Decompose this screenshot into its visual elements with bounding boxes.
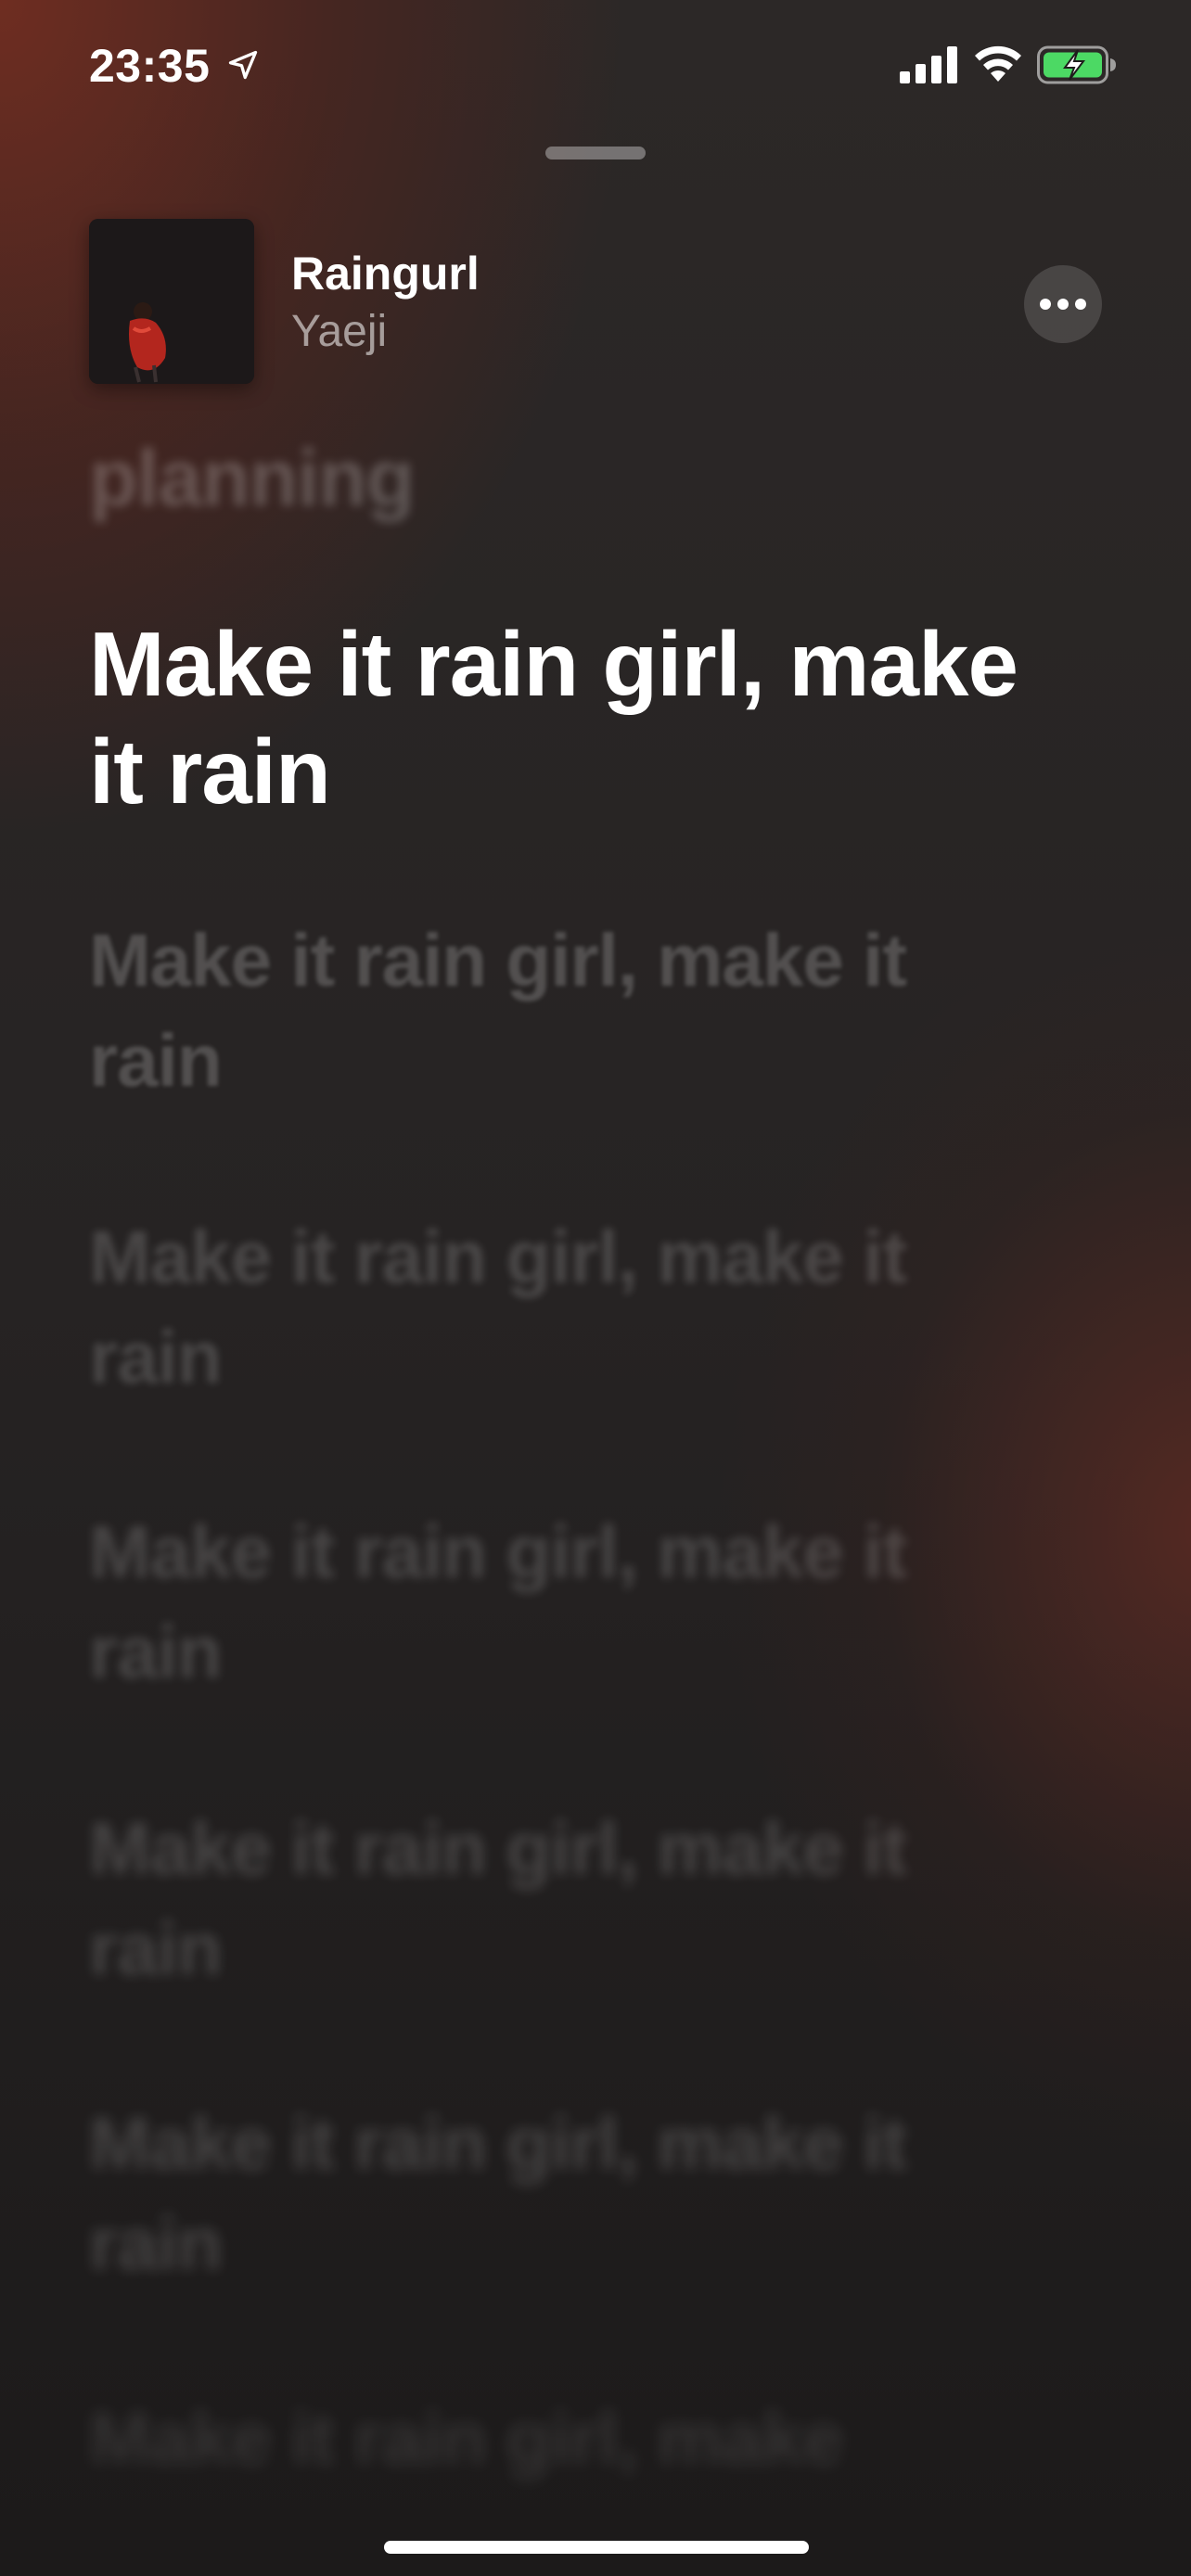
wifi-icon xyxy=(975,45,1021,82)
sheet-grabber-handle[interactable] xyxy=(545,147,646,159)
ellipsis-icon xyxy=(1040,299,1086,310)
lyric-line-upcoming[interactable]: Make it rain girl, make it rain xyxy=(89,1207,998,1408)
artist-name[interactable]: Yaeji xyxy=(291,306,387,357)
album-artwork[interactable] xyxy=(89,219,254,384)
status-time: 23:35 xyxy=(89,40,211,92)
location-arrow-icon xyxy=(228,50,258,80)
home-indicator[interactable] xyxy=(384,2541,809,2554)
more-options-button[interactable] xyxy=(1024,265,1102,343)
battery-charging-icon xyxy=(1037,45,1116,84)
status-bar: 23:35 xyxy=(0,0,1191,130)
lyric-line-upcoming[interactable]: Make it rain girl, make it rain xyxy=(89,911,998,1111)
lyric-line-previous[interactable]: planning xyxy=(89,427,1072,530)
lyric-line-upcoming[interactable]: Make it rain girl, make it rain xyxy=(89,2094,998,2294)
album-artwork-image xyxy=(89,219,254,384)
song-title[interactable]: Raingurl xyxy=(291,247,480,300)
lyric-line-current[interactable]: Make it rain girl, make it rain xyxy=(89,610,1072,825)
lyric-line-upcoming[interactable]: Make it rain girl, make xyxy=(89,2389,998,2489)
lyric-line-upcoming[interactable]: Make it rain girl, make it rain xyxy=(89,1502,998,1702)
cellular-signal-icon xyxy=(900,46,957,83)
lyric-line-upcoming[interactable]: Make it rain girl, make it rain xyxy=(89,1799,998,1999)
